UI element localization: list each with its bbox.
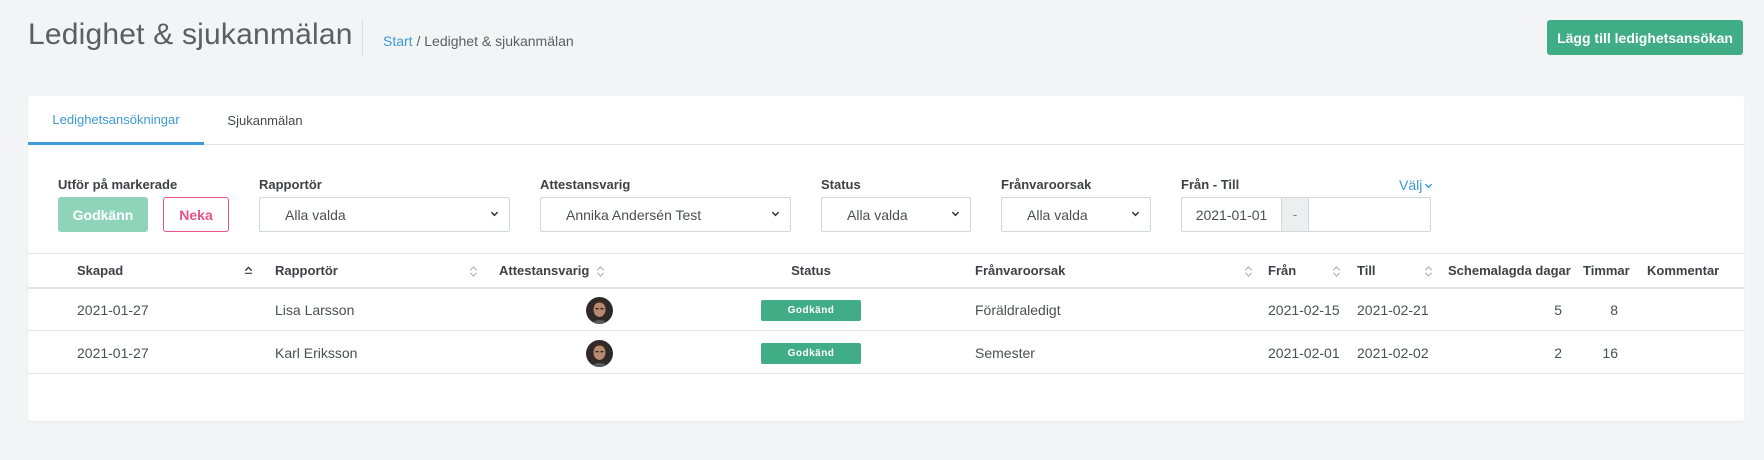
breadcrumb-current: Ledighet & sjukanmälan: [424, 33, 574, 49]
chevron-down-icon: [1425, 183, 1433, 188]
chevron-down-icon: [951, 211, 960, 217]
avatar: [586, 297, 613, 324]
sort-up-icon[interactable]: [244, 265, 253, 278]
breadcrumb-start-link[interactable]: Start: [383, 33, 413, 49]
table-row[interactable]: 2021-01-27 Karl Eriksson Godkänd Semeste…: [28, 332, 1744, 374]
col-reporter[interactable]: Rapportör: [275, 254, 338, 288]
sort-icon[interactable]: [1244, 265, 1253, 278]
status-select-value: Alla valda: [847, 206, 908, 223]
table-row[interactable]: 2021-01-27 Lisa Larsson Godkänd Föräldra…: [28, 289, 1744, 331]
attester-select-value: Annika Andersén Test: [566, 206, 702, 223]
tab-leave-requests[interactable]: Ledighetsansökningar: [28, 96, 204, 145]
tab-sick-leave[interactable]: Sjukanmälan: [204, 96, 326, 145]
reason-select[interactable]: Alla valda: [1001, 197, 1151, 232]
sort-icon[interactable]: [1332, 265, 1341, 278]
chevron-down-icon: [771, 211, 780, 217]
sort-icon[interactable]: [596, 265, 605, 278]
col-comment[interactable]: Kommentar: [1647, 254, 1719, 288]
daterange-filter-label: Från - Till: [1181, 177, 1240, 192]
date-to-input[interactable]: [1309, 198, 1430, 231]
status-badge: Godkänd: [761, 343, 861, 364]
breadcrumb: Start / Ledighet & sjukanmälan: [383, 33, 574, 49]
cell-hours: 16: [1602, 345, 1618, 361]
sort-icon[interactable]: [1424, 265, 1433, 278]
reason-select-value: Alla valda: [1027, 206, 1088, 223]
sort-icon[interactable]: [469, 265, 478, 278]
breadcrumb-separator: /: [412, 33, 425, 49]
cell-reason: Föräldraledigt: [975, 302, 1061, 318]
add-leave-request-button[interactable]: Lägg till ledighetsansökan: [1547, 20, 1743, 55]
header-divider: [362, 20, 363, 56]
col-hours[interactable]: Timmar: [1583, 254, 1630, 288]
daterange-input-group: 2021-01-01 -: [1181, 197, 1431, 232]
col-from[interactable]: Från: [1268, 254, 1296, 288]
col-to[interactable]: Till: [1357, 254, 1376, 288]
col-scheduled-days[interactable]: Schemalagda dagar: [1448, 254, 1571, 288]
reporter-filter-label: Rapportör: [259, 177, 322, 192]
cell-reason: Semester: [975, 345, 1035, 361]
cell-scheduled-days: 5: [1554, 302, 1562, 318]
attester-filter-label: Attestansvarig: [540, 177, 631, 192]
chevron-down-icon: [1131, 211, 1140, 217]
cell-reporter: Lisa Larsson: [275, 302, 355, 318]
status-select[interactable]: Alla valda: [821, 197, 971, 232]
avatar-image: [586, 340, 613, 367]
reporter-select-value: Alla valda: [285, 206, 346, 223]
bulk-action-label: Utför på markerade: [58, 177, 178, 192]
table-header: Skapad Rapportör Attestansvarig Status F…: [28, 253, 1744, 289]
choose-daterange-label: Välj: [1399, 177, 1423, 193]
avatar: [586, 340, 613, 367]
attester-select[interactable]: Annika Andersén Test: [540, 197, 791, 232]
choose-daterange-link[interactable]: Välj: [1399, 177, 1433, 193]
date-from-input[interactable]: 2021-01-01: [1182, 198, 1281, 231]
status-filter-label: Status: [821, 177, 861, 192]
approve-button[interactable]: Godkänn: [58, 197, 148, 232]
cell-created: 2021-01-27: [77, 302, 149, 318]
cell-created: 2021-01-27: [77, 345, 149, 361]
leave-card: Ledighetsansökningar Sjukanmälan Utför p…: [28, 96, 1744, 421]
cell-to: 2021-02-21: [1357, 302, 1429, 318]
col-attester[interactable]: Attestansvarig: [499, 254, 589, 288]
deny-button[interactable]: Neka: [163, 197, 229, 232]
cell-scheduled-days: 2: [1554, 345, 1562, 361]
page-title: Ledighet & sjukanmälan: [28, 18, 353, 51]
cell-from: 2021-02-01: [1268, 345, 1340, 361]
col-reason[interactable]: Frånvaroorsak: [975, 254, 1065, 288]
cell-to: 2021-02-02: [1357, 345, 1429, 361]
cell-reporter: Karl Eriksson: [275, 345, 358, 361]
cell-from: 2021-02-15: [1268, 302, 1340, 318]
col-status[interactable]: Status: [761, 254, 861, 288]
chevron-down-icon: [490, 211, 499, 217]
status-badge: Godkänd: [761, 300, 861, 321]
reason-filter-label: Frånvaroorsak: [1001, 177, 1092, 192]
avatar-image: [586, 297, 613, 324]
cell-hours: 8: [1610, 302, 1618, 318]
date-separator: -: [1281, 198, 1309, 231]
tab-bar: Ledighetsansökningar Sjukanmälan: [28, 96, 1744, 145]
col-created[interactable]: Skapad: [77, 254, 123, 288]
reporter-select[interactable]: Alla valda: [259, 197, 510, 232]
